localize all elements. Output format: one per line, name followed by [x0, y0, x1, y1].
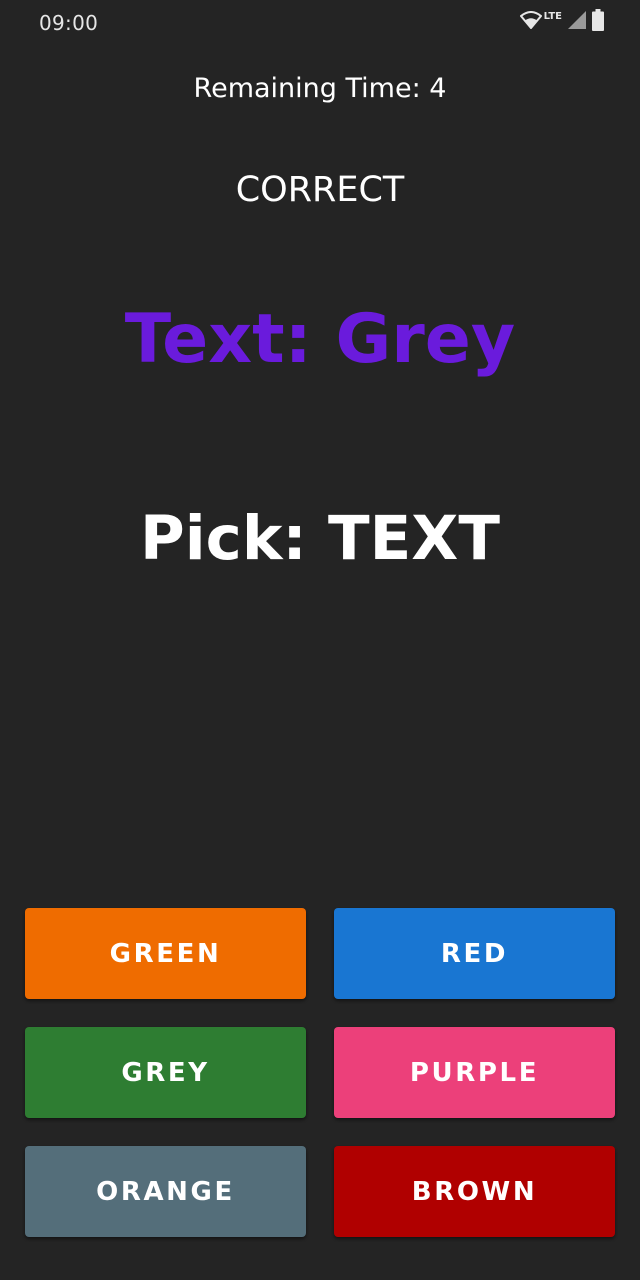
pick-instruction: Pick: TEXT	[140, 503, 500, 574]
answer-button-brown[interactable]: BROWN	[334, 1146, 615, 1237]
answer-button-orange[interactable]: ORANGE	[25, 1146, 306, 1237]
answer-button-red[interactable]: RED	[334, 908, 615, 999]
feedback-text: CORRECT	[235, 170, 405, 210]
remaining-time: Remaining Time: 4	[193, 73, 447, 104]
battery-icon	[592, 9, 604, 35]
signal-icon	[566, 10, 588, 34]
status-icons: LTE	[519, 9, 604, 35]
wifi-icon	[519, 11, 543, 33]
answer-button-green[interactable]: GREEN	[25, 908, 306, 999]
prompt-text: Text: Grey	[124, 300, 516, 379]
answer-button-grey[interactable]: GREY	[25, 1027, 306, 1118]
status-time: 09:00	[39, 11, 99, 35]
status-bar: 09:00 LTE	[0, 0, 640, 46]
answer-button-purple[interactable]: PURPLE	[334, 1027, 615, 1118]
lte-label: LTE	[543, 10, 562, 22]
